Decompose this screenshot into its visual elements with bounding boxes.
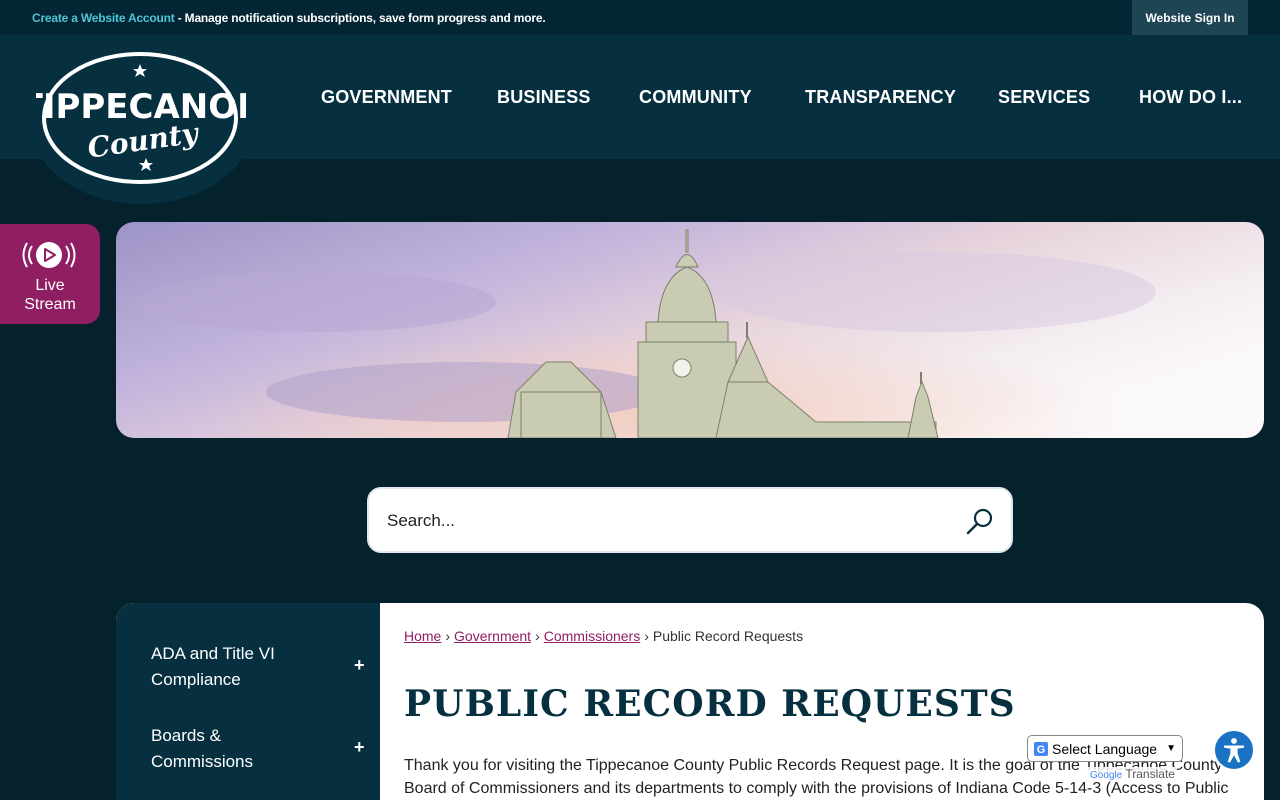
svg-text:TIPPECANOE: TIPPECANOE — [36, 87, 246, 127]
breadcrumb-commissioners[interactable]: Commissioners — [544, 628, 640, 644]
google-g-icon: G — [1034, 741, 1048, 756]
expand-boards-commissions-toggle[interactable]: + — [354, 737, 365, 758]
utility-bar: Create a Website Account - Manage notifi… — [0, 0, 1280, 35]
svg-text:G: G — [1037, 744, 1046, 756]
search-icon[interactable] — [965, 506, 995, 536]
site-search — [367, 487, 1013, 553]
side-navigation: ADA and Title VI Compliance + Boards & Com… — [116, 603, 380, 800]
play-broadcast-icon — [22, 242, 76, 268]
sidebar-item-boards-commissions[interactable]: Boards & Commissions — [151, 723, 361, 775]
breadcrumb-current: Public Record Requests — [652, 628, 804, 644]
chevron-down-icon: ▼ — [1166, 743, 1176, 754]
nav-transparency[interactable]: TRANSPARENCY — [805, 87, 956, 108]
google-translate-credit[interactable]: Google Translate — [1088, 767, 1177, 781]
nav-services[interactable]: SERVICES — [998, 87, 1090, 108]
live-stream-label: Live Stream — [24, 277, 76, 313]
account-notice: Create a Website Account - Manage notifi… — [32, 11, 546, 25]
language-select-label: Select Language — [1052, 740, 1158, 757]
account-notice-text: - Manage notification subscriptions, sav… — [174, 11, 546, 25]
create-account-link[interactable]: Create a Website Account — [32, 11, 175, 25]
expand-ada-title-vi-toggle[interactable]: + — [354, 655, 365, 676]
county-logo[interactable]: TIPPECANOE County — [36, 48, 246, 188]
breadcrumb-government[interactable]: Government — [454, 628, 531, 644]
nav-business[interactable]: BUSINESS — [497, 87, 591, 108]
nav-how-do-i[interactable]: HOW DO I... — [1139, 87, 1242, 108]
live-stream-button[interactable]: Live Stream — [0, 224, 100, 324]
courthouse-banner-image — [116, 222, 1264, 438]
search-input[interactable] — [387, 507, 947, 535]
nav-government[interactable]: GOVERNMENT — [321, 87, 452, 108]
nav-community[interactable]: COMMUNITY — [639, 87, 752, 108]
breadcrumb: Home › Government › Commissioners › Public Rec… — [404, 628, 804, 644]
accessibility-icon[interactable] — [1213, 729, 1255, 771]
sidebar-item-ada-title-vi[interactable]: ADA and Title VI Compliance — [151, 641, 361, 693]
breadcrumb-home[interactable]: Home — [404, 628, 441, 644]
page-title: PUBLIC RECORD REQUESTS — [404, 683, 1016, 725]
website-sign-in-button[interactable]: Website Sign In — [1132, 0, 1248, 35]
language-select[interactable]: G Select Language ▼ — [1027, 735, 1183, 762]
